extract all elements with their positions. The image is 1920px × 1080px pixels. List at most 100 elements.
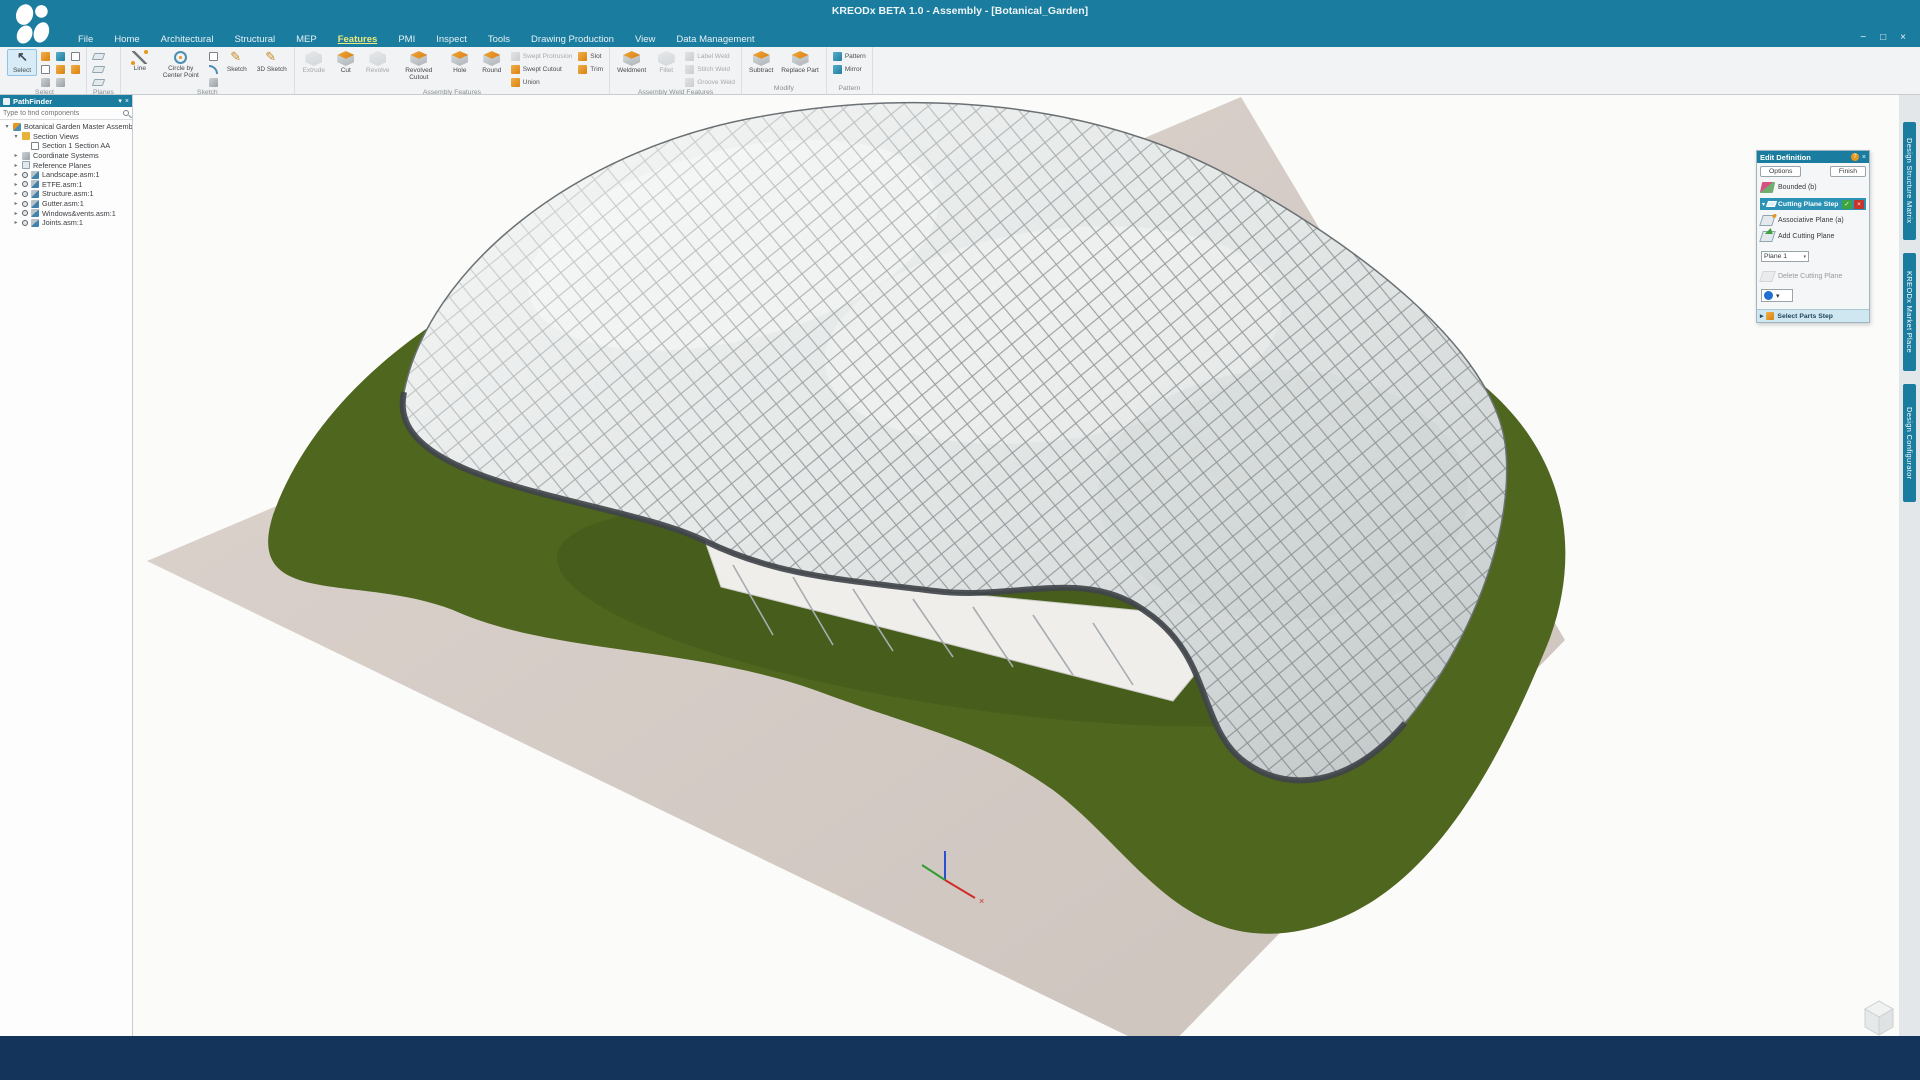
stitch-weld-button[interactable]: Stitch Weld	[683, 63, 737, 75]
tree-collapsed-icon[interactable]: ▸	[13, 200, 19, 207]
tree-item-joints-asm-1[interactable]: ▸Joints.asm:1	[2, 218, 132, 228]
expand-icon[interactable]: ▸	[1760, 312, 1763, 320]
tree-collapsed-icon[interactable]: ▸	[13, 190, 19, 197]
cutting-plane-step-row[interactable]: ▾ Cutting Plane Step ✓ ×	[1760, 198, 1866, 210]
tree-collapsed-icon[interactable]: ▸	[13, 162, 19, 169]
weldment-button[interactable]: Weldment	[614, 49, 649, 76]
menu-home[interactable]: Home	[114, 34, 139, 45]
tree-collapsed-icon[interactable]: ▸	[13, 171, 19, 178]
union-button[interactable]: Union	[509, 76, 575, 88]
tree-item-etfe-asm-1[interactable]: ▸ETFE.asm:1	[2, 180, 132, 190]
cut-button[interactable]: Cut	[331, 49, 361, 76]
visibility-eye-icon[interactable]	[22, 220, 28, 226]
fillet-button[interactable]: Fillet	[651, 49, 681, 76]
search-icon[interactable]	[123, 110, 129, 116]
subtract-button[interactable]: Subtract	[746, 49, 776, 76]
trim-button[interactable]: Trim	[576, 63, 605, 75]
collapse-icon[interactable]: ▾	[1762, 201, 1765, 208]
finish-button[interactable]: Finish	[1830, 166, 1866, 177]
hole-button[interactable]: Hole	[445, 49, 475, 76]
orange-button[interactable]	[54, 63, 67, 75]
side-tab-design-structure-matrix[interactable]: Design Structure Matrix	[1903, 122, 1916, 240]
help-icon[interactable]: ?	[1851, 153, 1859, 161]
rect-button[interactable]	[207, 50, 220, 62]
tree-item-coordinate-systems[interactable]: ▸Coordinate Systems	[2, 151, 132, 161]
plane-button[interactable]	[91, 50, 106, 62]
cancel-icon[interactable]: ×	[1854, 200, 1864, 209]
round-button[interactable]: Round	[477, 49, 507, 76]
select-button[interactable]: Select	[7, 49, 37, 76]
pin-icon[interactable]: ▾	[118, 97, 122, 105]
tree-collapsed-icon[interactable]: ▸	[13, 152, 19, 159]
menu-pmi[interactable]: PMI	[398, 34, 415, 45]
tree-expanded-icon[interactable]: ▾	[4, 123, 10, 130]
revolved-cutout-button[interactable]: Revolved Cutout	[395, 49, 443, 84]
model-viewport[interactable]: × Edit Definition ? × Options Finish	[133, 95, 1899, 1036]
rect-button[interactable]	[69, 50, 82, 62]
color-select[interactable]: ▾	[1761, 289, 1793, 302]
slot-button[interactable]: Slot	[576, 50, 605, 62]
grey-button[interactable]	[207, 76, 220, 88]
tree-item-botanical-garden-master-assembly-asm[interactable]: ▾Botanical Garden Master Assembly.asm	[2, 122, 132, 132]
grey-button[interactable]	[39, 76, 52, 88]
plane-button[interactable]	[91, 76, 106, 88]
menu-structural[interactable]: Structural	[234, 34, 275, 45]
tree-item-windows-vents-asm-1[interactable]: ▸Windows&vents.asm:1	[2, 208, 132, 218]
3d-sketch-button[interactable]: 3D Sketch	[254, 49, 290, 75]
pattern-button[interactable]: Pattern	[831, 50, 868, 62]
arc-button[interactable]	[207, 63, 220, 75]
groove-weld-button[interactable]: Groove Weld	[683, 76, 737, 88]
menu-mep[interactable]: MEP	[296, 34, 317, 45]
accept-icon[interactable]: ✓	[1842, 200, 1852, 209]
circle-by-center-point-button[interactable]: Circle by Center Point	[157, 49, 205, 82]
sketch-button[interactable]: Sketch	[222, 49, 252, 75]
tree-collapsed-icon[interactable]: ▸	[13, 181, 19, 188]
panel-close-icon[interactable]: ×	[125, 98, 129, 105]
maximize-icon[interactable]: □	[1880, 32, 1886, 43]
tree-item-structure-asm-1[interactable]: ▸Structure.asm:1	[2, 189, 132, 199]
search-input[interactable]	[3, 110, 123, 117]
tree-item-section-views[interactable]: ▾Section Views	[2, 132, 132, 142]
visibility-eye-icon[interactable]	[22, 181, 28, 187]
minimize-icon[interactable]: −	[1860, 32, 1866, 43]
rect-button[interactable]	[39, 63, 52, 75]
plane-button[interactable]	[91, 63, 106, 75]
menu-file[interactable]: File	[78, 34, 93, 45]
menu-inspect[interactable]: Inspect	[436, 34, 467, 45]
menu-architectural[interactable]: Architectural	[161, 34, 214, 45]
menu-tools[interactable]: Tools	[488, 34, 510, 45]
visibility-eye-icon[interactable]	[22, 191, 28, 197]
swept-cutout-button[interactable]: Swept Cutout	[509, 63, 575, 75]
revolve-button[interactable]: Revolve	[363, 49, 393, 76]
bounded-row[interactable]: Bounded (b)	[1761, 182, 1865, 193]
tree-item-section-1-section-aa[interactable]: Section 1 Section AA	[2, 141, 132, 151]
add-cutting-plane-row[interactable]: Add Cutting Plane	[1761, 231, 1865, 242]
close-icon[interactable]: ×	[1900, 32, 1906, 43]
dialog-close-icon[interactable]: ×	[1862, 154, 1866, 161]
mirror-button[interactable]: Mirror	[831, 63, 868, 75]
tree-item-landscape-asm-1[interactable]: ▸Landscape.asm:1	[2, 170, 132, 180]
associative-plane-row[interactable]: Associative Plane (a)	[1761, 215, 1865, 226]
options-button[interactable]: Options	[1760, 166, 1801, 177]
delete-cutting-plane-row[interactable]: Delete Cutting Plane	[1761, 271, 1865, 282]
visibility-eye-icon[interactable]	[22, 210, 28, 216]
tree-collapsed-icon[interactable]: ▸	[13, 219, 19, 226]
visibility-eye-icon[interactable]	[22, 172, 28, 178]
plane-select[interactable]: Plane 1 ▾	[1761, 251, 1809, 262]
menu-view[interactable]: View	[635, 34, 655, 45]
visibility-eye-icon[interactable]	[22, 201, 28, 207]
label-weld-button[interactable]: Label Weld	[683, 50, 737, 62]
menu-features[interactable]: Features	[338, 34, 378, 45]
tree-item-gutter-asm-1[interactable]: ▸Gutter.asm:1	[2, 199, 132, 209]
orange-button[interactable]	[69, 63, 82, 75]
dialog-header[interactable]: Edit Definition ? ×	[1757, 151, 1869, 163]
swept-protrusion-button[interactable]: Swept Protrusion	[509, 50, 575, 62]
extrude-button[interactable]: Extrude	[299, 49, 329, 76]
view-cube[interactable]	[1865, 1001, 1893, 1035]
menu-drawing-production[interactable]: Drawing Production	[531, 34, 614, 45]
tree-collapsed-icon[interactable]: ▸	[13, 210, 19, 217]
side-tab-design-configurator[interactable]: Design Configurator	[1903, 384, 1916, 502]
replace-part-button[interactable]: Replace Part	[778, 49, 822, 76]
menu-data-management[interactable]: Data Management	[676, 34, 754, 45]
orange-button[interactable]	[39, 50, 52, 62]
